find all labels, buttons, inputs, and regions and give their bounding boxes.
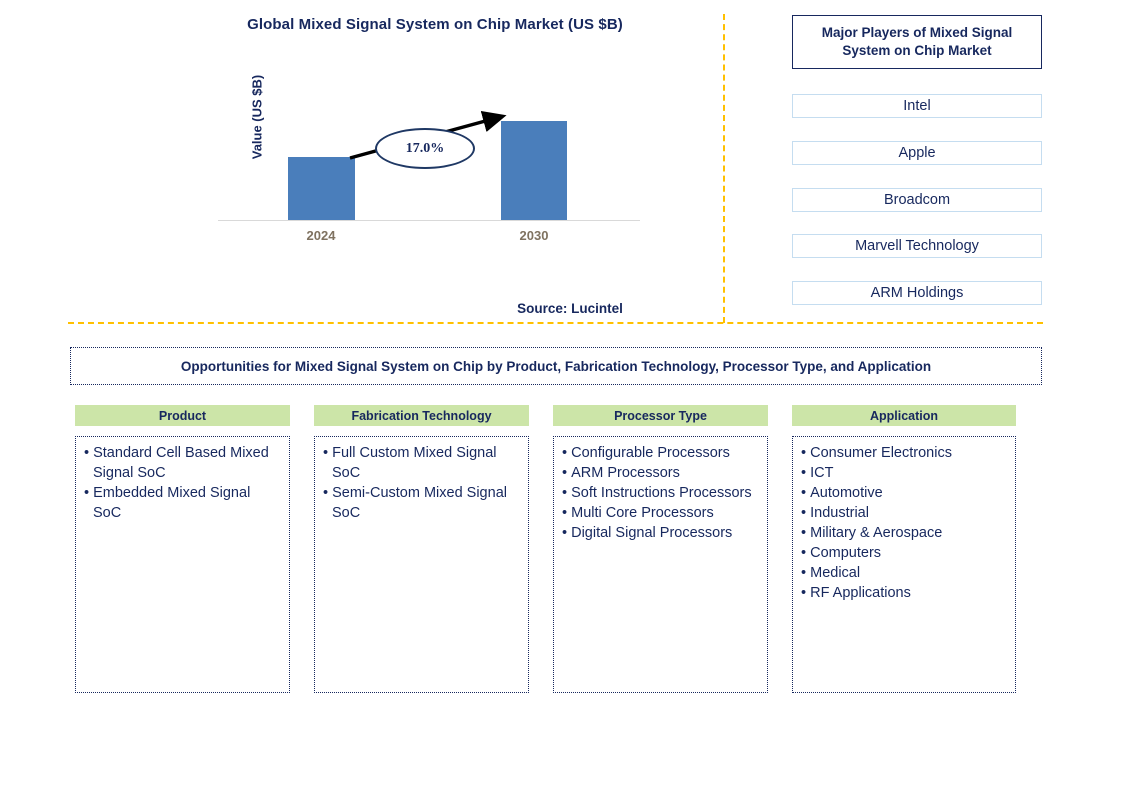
- list-item: Automotive: [801, 483, 1007, 503]
- player-item-marvell-technology[interactable]: Marvell Technology: [792, 234, 1042, 258]
- category-box-fabrication: Full Custom Mixed Signal SoCSemi-Custom …: [314, 436, 529, 693]
- list-item: RF Applications: [801, 583, 1007, 603]
- infographic-canvas: Global Mixed Signal System on Chip Marke…: [0, 0, 1138, 797]
- major-players-header-text: Major Players of Mixed Signal System on …: [821, 24, 1013, 58]
- y-axis-label: Value (US $B): [249, 74, 265, 160]
- player-item-apple[interactable]: Apple: [792, 141, 1042, 165]
- list-item: Embedded Mixed Signal SoC: [84, 483, 281, 523]
- player-item-broadcom[interactable]: Broadcom: [792, 188, 1042, 212]
- category-box-product: Standard Cell Based Mixed Signal SoCEmbe…: [75, 436, 290, 693]
- player-item-intel[interactable]: Intel: [792, 94, 1042, 118]
- chart-baseline: [218, 220, 640, 221]
- bar-2024: [288, 157, 355, 220]
- chart-title: Global Mixed Signal System on Chip Marke…: [247, 16, 623, 33]
- list-item: Standard Cell Based Mixed Signal SoC: [84, 443, 281, 483]
- opportunities-banner: Opportunities for Mixed Signal System on…: [70, 347, 1042, 385]
- source-note: Source: Lucintel: [517, 301, 623, 316]
- list-item: Soft Instructions Processors: [562, 483, 759, 503]
- category-header-fabrication: Fabrication Technology: [314, 405, 529, 426]
- list-item: Military & Aerospace: [801, 523, 1007, 543]
- list-item: Digital Signal Processors: [562, 523, 759, 543]
- category-header-application: Application: [792, 405, 1016, 426]
- player-item-arm-holdings[interactable]: ARM Holdings: [792, 281, 1042, 305]
- category-box-processor: Configurable ProcessorsARM ProcessorsSof…: [553, 436, 768, 693]
- bar-chart: Value (US $B) 2024 2030: [210, 75, 640, 255]
- category-box-application: Consumer ElectronicsICTAutomotiveIndustr…: [792, 436, 1016, 693]
- category-header-product: Product: [75, 405, 290, 426]
- list-item: Consumer Electronics: [801, 443, 1007, 463]
- category-header-processor: Processor Type: [553, 405, 768, 426]
- opportunities-banner-text: Opportunities for Mixed Signal System on…: [180, 358, 932, 374]
- x-tick-2030: 2030: [519, 228, 549, 243]
- divider-horizontal: [68, 322, 1043, 324]
- cagr-badge: 17.0%: [375, 128, 475, 169]
- x-tick-2024: 2024: [306, 228, 336, 243]
- divider-vertical: [723, 14, 725, 323]
- list-item: Configurable Processors: [562, 443, 759, 463]
- list-item: ICT: [801, 463, 1007, 483]
- list-item: Multi Core Processors: [562, 503, 759, 523]
- list-item: Full Custom Mixed Signal SoC: [323, 443, 520, 483]
- list-item: ARM Processors: [562, 463, 759, 483]
- major-players-header: Major Players of Mixed Signal System on …: [792, 15, 1042, 69]
- list-item: Medical: [801, 563, 1007, 583]
- cagr-value: 17.0%: [405, 140, 445, 156]
- list-item: Semi-Custom Mixed Signal SoC: [323, 483, 520, 523]
- list-item: Computers: [801, 543, 1007, 563]
- list-item: Industrial: [801, 503, 1007, 523]
